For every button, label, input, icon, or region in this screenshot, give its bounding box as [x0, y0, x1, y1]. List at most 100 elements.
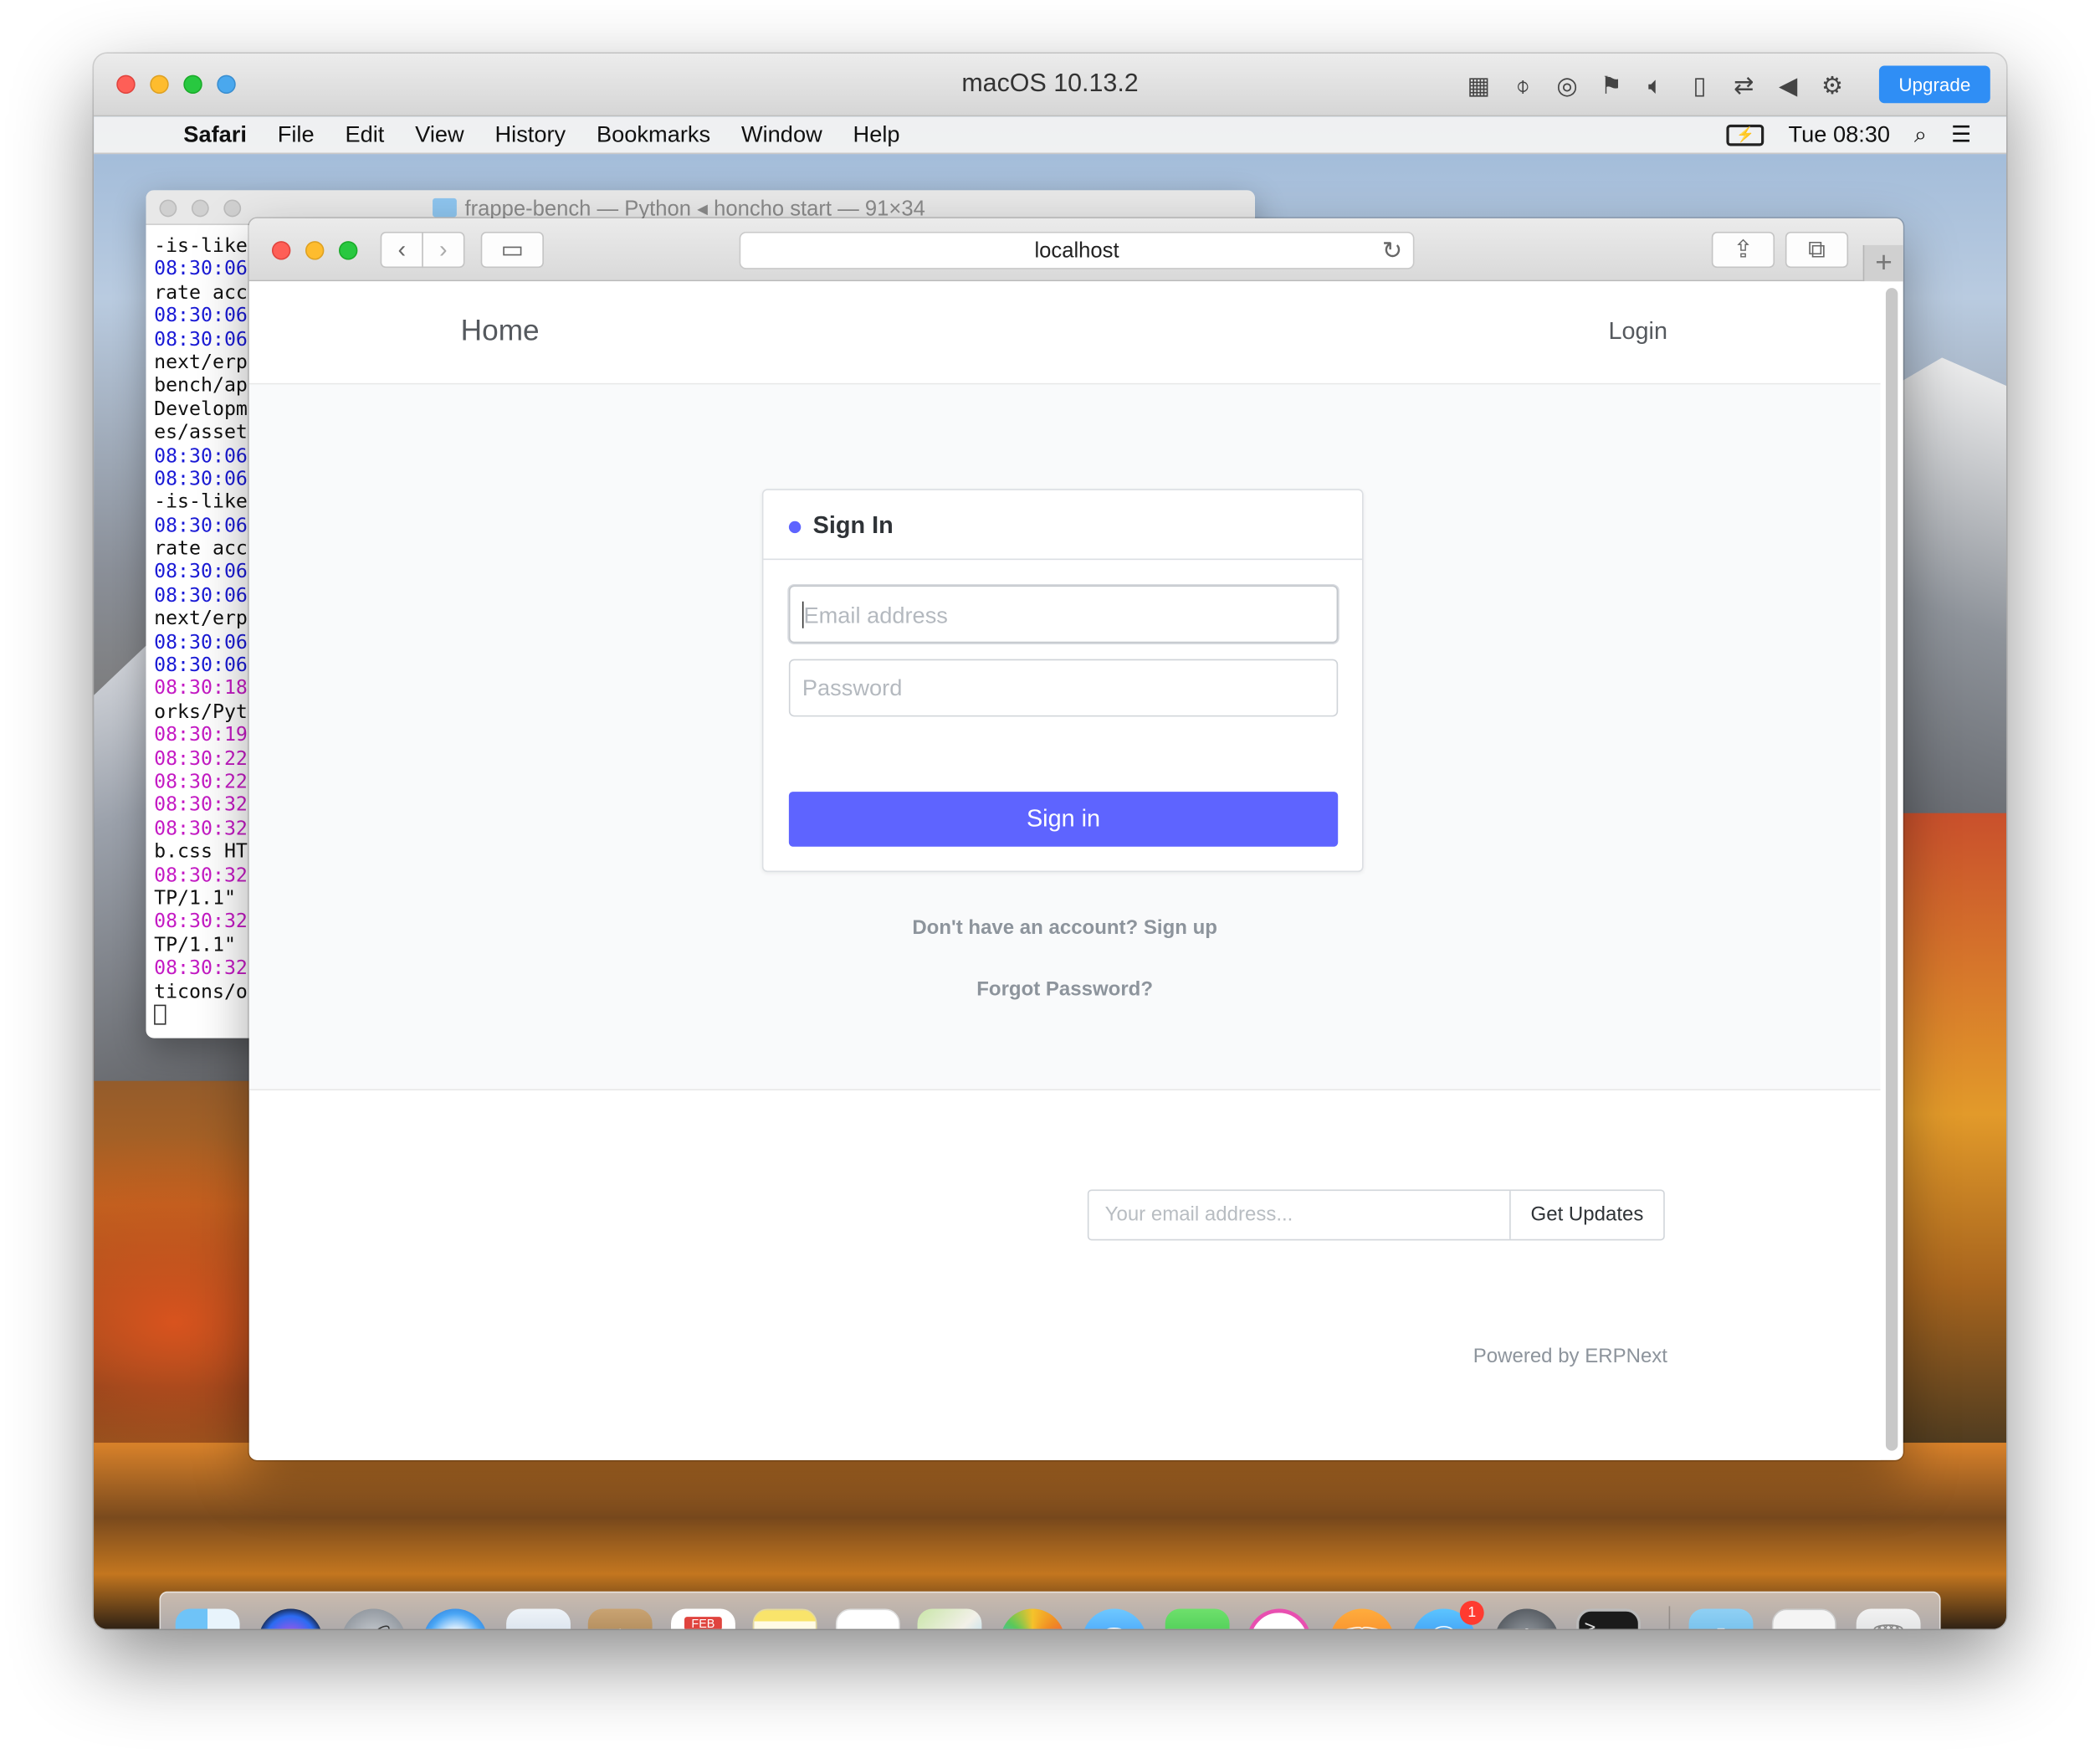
safari-minimize-button[interactable] — [305, 241, 325, 260]
terminal-minimize-button[interactable] — [191, 199, 209, 218]
terminal-line: es/asset — [154, 422, 248, 444]
terminal-line: next/erp — [154, 351, 248, 374]
menu-history[interactable]: History — [494, 122, 566, 149]
upgrade-button[interactable]: Upgrade — [1878, 65, 1990, 104]
notification-center-icon[interactable]: ☰ — [1951, 122, 1971, 149]
calendar-icon[interactable]: FEB 27 — [671, 1608, 735, 1629]
vm-window: macOS 10.13.2 ▦ ⌽ ◎ ⚑ 🔈︎ ▯ ⇄ ◀ ⚙ Upgrade — [94, 54, 2006, 1629]
address-bar[interactable]: localhost ↻ — [739, 231, 1415, 269]
safari-zoom-button[interactable] — [339, 241, 358, 260]
notes-icon[interactable] — [752, 1608, 817, 1629]
nav-login-link[interactable]: Login — [1608, 317, 1667, 346]
terminal-line: 08:30:19 — [154, 725, 248, 746]
web-page: Home Login Sign In Email address Passwor… — [248, 281, 1881, 1460]
screenshot-stack-icon[interactable]: ▤ — [1771, 1608, 1836, 1629]
terminal-line: TP/1.1" — [154, 934, 236, 956]
terminal-line: 08:30:06 — [154, 305, 248, 327]
usb-icon[interactable]: ⌽ — [1507, 69, 1539, 101]
signup-link[interactable]: Don't have an account? Sign up — [249, 916, 1881, 939]
password-field[interactable]: Password — [788, 659, 1339, 717]
get-updates-button[interactable]: Get Updates — [1509, 1191, 1663, 1239]
finder-icon[interactable]: ☺ — [175, 1608, 240, 1629]
forgot-password-link[interactable]: Forgot Password? — [249, 978, 1881, 1001]
terminal-line: 08:30:32 — [154, 818, 248, 840]
powered-by-text[interactable]: Powered by ERPNext — [1473, 1345, 1667, 1367]
safari-icon[interactable]: ➶ — [423, 1608, 488, 1629]
network-icon[interactable]: ⚑ — [1595, 69, 1627, 101]
terminal-icon[interactable]: >_ — [1576, 1608, 1641, 1629]
signin-card-header: Sign In — [763, 490, 1363, 561]
siri-icon[interactable]: ◉ — [258, 1608, 323, 1629]
wallpaper-trees — [1885, 813, 2006, 1484]
terminal-line: 08:30:06 — [154, 329, 248, 351]
cursor-block — [154, 1004, 166, 1025]
safari-close-button[interactable] — [271, 241, 291, 260]
back-icon[interactable]: ◀ — [1772, 69, 1804, 101]
battery-icon[interactable]: ⚡ — [1726, 124, 1765, 146]
terminal-line: b.css HT — [154, 841, 248, 864]
email-field[interactable]: Email address — [788, 585, 1339, 644]
menu-view[interactable]: View — [415, 122, 464, 149]
guest-menubar: Safari File Edit View History Bookmarks … — [94, 116, 2006, 155]
menu-app-name[interactable]: Safari — [183, 122, 247, 149]
terminal-close-button[interactable] — [159, 199, 177, 218]
mail-icon[interactable]: ✉ — [506, 1608, 571, 1629]
terminal-line: 08:30:32 — [154, 864, 248, 887]
signin-button[interactable]: Sign in — [788, 792, 1339, 847]
app-store-icon[interactable]: Ⓐ 1 — [1411, 1600, 1484, 1629]
terminal-cursor — [154, 1004, 248, 1028]
safari-toolbar: ‹ › ▭ localhost ↻ ⇪ ⧉ + — [248, 218, 1903, 282]
reload-icon[interactable]: ↻ — [1382, 233, 1402, 269]
spotlight-icon[interactable]: ⌕ — [1914, 122, 1927, 149]
calendar-month: FEB — [684, 1617, 722, 1629]
terminal-line: 08:30:06 — [154, 562, 248, 584]
shared-folder-icon[interactable]: ⇄ — [1728, 69, 1759, 101]
menu-edit[interactable]: Edit — [345, 122, 384, 149]
launchpad-icon[interactable]: 🚀︎ — [341, 1608, 407, 1629]
forward-button[interactable]: › — [422, 231, 465, 269]
terminal-zoom-button[interactable] — [223, 199, 242, 218]
tabs-overview-button[interactable]: ⧉ — [1785, 231, 1849, 269]
safari-window: ‹ › ▭ localhost ↻ ⇪ ⧉ + Home Login Sign … — [248, 218, 1903, 1460]
signin-card: Sign In Email address Password Sign in — [761, 489, 1364, 873]
terminal-line: next/erp — [154, 608, 248, 630]
terminal-line: orks/Pyt — [154, 701, 248, 724]
terminal-line: 08:30:32 — [154, 957, 248, 980]
drive-icon[interactable]: ▯ — [1683, 69, 1715, 101]
cd-icon[interactable]: ◎ — [1551, 69, 1583, 101]
maps-icon[interactable]: ➤ — [917, 1608, 982, 1629]
menu-clock[interactable]: Tue 08:30 — [1789, 122, 1891, 149]
menu-help[interactable]: Help — [853, 122, 900, 149]
page-navbar: Home Login — [248, 281, 1881, 385]
itunes-icon[interactable]: ♫ — [1247, 1608, 1312, 1629]
sidebar-toggle-button[interactable]: ▭ — [480, 231, 544, 269]
terminal-line: -is-like — [154, 235, 248, 258]
facetime-icon[interactable]: ▶ — [1165, 1608, 1230, 1629]
email-placeholder: Email address — [803, 603, 948, 628]
login-section: Sign In Email address Password Sign in D… — [248, 384, 1881, 1091]
share-button[interactable]: ⇪ — [1711, 231, 1775, 269]
photos-icon[interactable]: ✿ — [1000, 1608, 1065, 1629]
menu-file[interactable]: File — [278, 122, 315, 149]
new-tab-button[interactable]: + — [1862, 244, 1903, 282]
status-dot — [788, 520, 802, 534]
nav-home-link[interactable]: Home — [461, 314, 540, 349]
terminal-line: 08:30:06 — [154, 585, 248, 607]
reminders-icon[interactable]: ☰ — [835, 1608, 900, 1629]
downloads-icon[interactable]: ⬇ — [1688, 1608, 1754, 1629]
back-button[interactable]: ‹ — [380, 231, 423, 269]
dock: ☺ ◉ 🚀︎ ➶ ✉ ☗ FEB 27 ☰ ➤ ✿ 💬︎ ▶ ♫ 📖︎ — [159, 1591, 1941, 1629]
keyboard-icon[interactable]: ▦ — [1462, 69, 1494, 101]
settings-icon[interactable]: ⚙ — [1816, 69, 1848, 101]
menu-window[interactable]: Window — [741, 122, 822, 149]
ibooks-icon[interactable]: 📖︎ — [1329, 1608, 1395, 1629]
sound-icon[interactable]: 🔈︎ — [1639, 69, 1671, 101]
subscribe-email-input[interactable]: Your email address... — [1088, 1191, 1510, 1239]
trash-icon[interactable]: 🗑︎ — [1856, 1608, 1921, 1629]
messages-icon[interactable]: 💬︎ — [1082, 1608, 1147, 1629]
terminal-line: -is-like — [154, 491, 248, 514]
contacts-icon[interactable]: ☗ — [587, 1608, 653, 1629]
menu-bookmarks[interactable]: Bookmarks — [597, 122, 710, 149]
system-preferences-icon[interactable]: ⚙ — [1494, 1608, 1560, 1629]
page-scrollbar[interactable] — [1885, 288, 1898, 1451]
